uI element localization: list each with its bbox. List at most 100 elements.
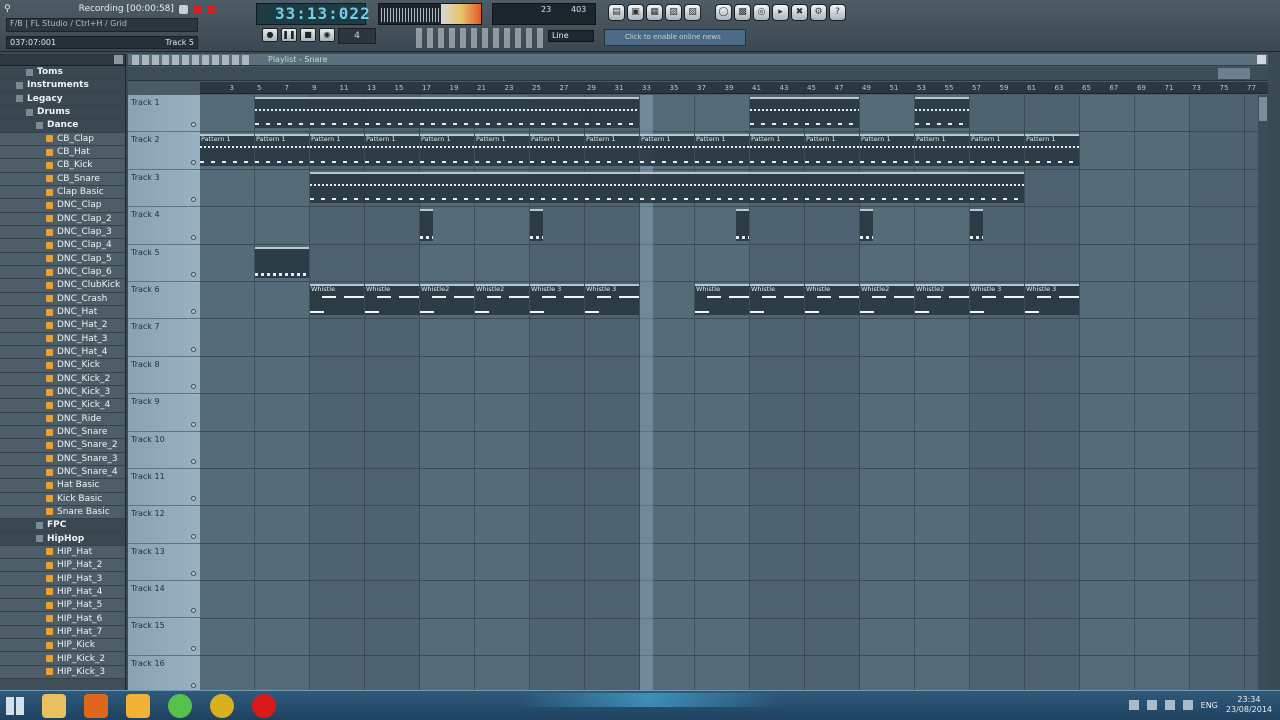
pattern-clip[interactable]: Pattern 1 [475,134,529,166]
pattern-clip[interactable]: Pattern 1 [420,134,474,166]
browser-folder[interactable]: Legacy [0,92,125,106]
piano-roll-icon[interactable]: ▣ [627,4,644,21]
track-mute-dot[interactable] [191,608,196,614]
browser-file[interactable]: Kick Basic [0,492,125,506]
track-header[interactable]: Track 2 [128,132,200,170]
pattern-clip[interactable]: Whistle [805,284,859,316]
browser-file[interactable]: DNC_Clap_5 [0,252,125,266]
online-news-box[interactable]: Click to enable online news [604,29,746,46]
language-indicator[interactable]: ENG [1201,701,1218,710]
pause-icon[interactable]: ❚❚ [281,28,297,42]
spotify-icon[interactable] [168,694,192,718]
pattern-clip[interactable]: Pattern 1 [970,134,1024,166]
pattern-clip[interactable]: Pattern 1 [805,134,859,166]
track-mute-dot[interactable] [191,234,196,240]
audio-clip[interactable] [970,209,983,241]
audio-clip[interactable] [736,209,749,241]
horizontal-scrollbar[interactable] [128,67,1268,81]
pattern-clip[interactable]: Pattern 1 [255,134,309,166]
recorder-menu-icon[interactable] [178,4,188,14]
track-header[interactable]: Track 4 [128,207,200,245]
audio-clip[interactable] [530,209,543,241]
track-mute-dot[interactable] [191,384,196,390]
track-mute-dot[interactable] [191,122,196,128]
track-mute-dot[interactable] [191,159,196,165]
pattern-clip[interactable]: Whistle2 [475,284,529,316]
browser-folder[interactable]: Toms [0,66,125,80]
pattern-clip[interactable]: Pattern 1 [365,134,419,166]
pattern-clip[interactable]: Whistle 3 [530,284,584,316]
pattern-clip[interactable]: Pattern 1 [530,134,584,166]
playlist-window-icon[interactable]: ▤ [608,4,625,21]
track-header[interactable]: Track 3 [128,169,200,208]
pattern-clip[interactable]: Pattern 1 [695,134,749,166]
browser-file[interactable]: DNC_Kick [0,359,125,373]
render-icon[interactable]: ▸ [772,4,789,21]
fl-studio-icon[interactable] [126,694,150,718]
browser-file[interactable]: HIP_Hat_3 [0,572,125,586]
pattern-clip[interactable]: Whistle 3 [1025,284,1079,316]
volume-icon[interactable] [1164,700,1175,710]
scroll-thumb[interactable] [1218,68,1250,79]
browser-file[interactable]: DNC_Clap_2 [0,212,125,226]
help-icon[interactable]: ? [829,4,846,21]
audio-clip[interactable] [860,209,873,241]
browser-file[interactable]: DNC_Clap_6 [0,265,125,280]
browser-folder[interactable]: HipHop [0,532,125,546]
browser-icon[interactable]: ▧ [684,4,701,21]
plugin-picker-icon[interactable]: ◯ [715,4,732,21]
tools-icon[interactable]: ✖ [791,4,808,21]
browser-file[interactable]: DNC_Clap_3 [0,225,125,240]
audio-clip[interactable] [255,246,309,278]
pattern-clip[interactable]: Pattern 1 [915,134,969,166]
channel-settings-icon[interactable]: ▩ [734,4,751,21]
pattern-clip[interactable]: Whistle [310,284,364,316]
settings-icon[interactable]: ⚙ [810,4,827,21]
stop-icon[interactable]: ■ [300,28,316,42]
track-mute-dot[interactable] [191,197,196,203]
browser-file[interactable]: HIP_Hat [0,545,125,560]
browser-file[interactable]: CB_Snare [0,172,125,186]
browser-folder[interactable]: FPC [0,519,125,533]
arrangement-grid[interactable]: Pattern 1 Pattern 1 Pattern 1 Pattern 1 Patt… [200,95,1268,690]
tempo-icon[interactable]: ◎ [753,4,770,21]
audio-clip[interactable] [420,209,433,241]
browser-file[interactable]: DNC_Kick_2 [0,372,125,386]
pattern-clip[interactable]: Whistle [365,284,419,316]
browser-file[interactable]: DNC_Clap [0,199,125,213]
browser-folder[interactable]: Dance [0,119,125,133]
pattern-clip[interactable]: Whistle 3 [970,284,1024,316]
track-mute-dot[interactable] [191,309,196,315]
search-icon[interactable]: ⚲ [4,4,11,14]
browser-file[interactable]: HIP_Hat_2 [0,559,125,573]
pattern-clip[interactable]: Whistle2 [860,284,914,316]
close-icon[interactable] [114,55,123,64]
browser-file[interactable]: Snare Basic [0,505,125,520]
channel-rack-icon[interactable]: ▦ [646,4,663,21]
browser-file[interactable]: DNC_Clap_4 [0,239,125,253]
track-header[interactable]: Track 13 [128,543,200,582]
pattern-song-toggle[interactable]: ● [262,28,278,42]
clock[interactable]: 23:34 23/08/2014 [1226,695,1272,715]
pattern-clip[interactable]: Pattern 1 [640,134,694,166]
record-stop-icon[interactable] [192,4,202,14]
track-header[interactable]: Track 16 [128,655,200,694]
song-time-display[interactable]: 33:13:022 [256,3,370,25]
track-header[interactable]: Track 15 [128,618,200,656]
track-header[interactable]: Track 5 [128,244,200,282]
network-icon[interactable] [1146,700,1157,710]
browser-file[interactable]: DNC_Snare_2 [0,439,125,453]
track-header[interactable]: Track 10 [128,431,200,469]
track-header[interactable]: Track 1 [128,95,200,133]
track-mute-dot[interactable] [191,683,196,689]
browser-file[interactable]: DNC_Ride [0,412,125,426]
record-close-icon[interactable] [206,4,216,14]
record-icon[interactable] [252,694,276,718]
pattern-clip[interactable]: Pattern 1 [750,134,804,166]
audio-clip[interactable] [750,97,859,129]
audio-clip[interactable] [255,97,639,129]
record-button[interactable]: ◉ [319,28,335,42]
firefox-icon[interactable] [84,694,108,718]
browser-file[interactable]: Clap Basic [0,185,125,200]
browser-file[interactable]: HIP_Hat_4 [0,585,125,600]
